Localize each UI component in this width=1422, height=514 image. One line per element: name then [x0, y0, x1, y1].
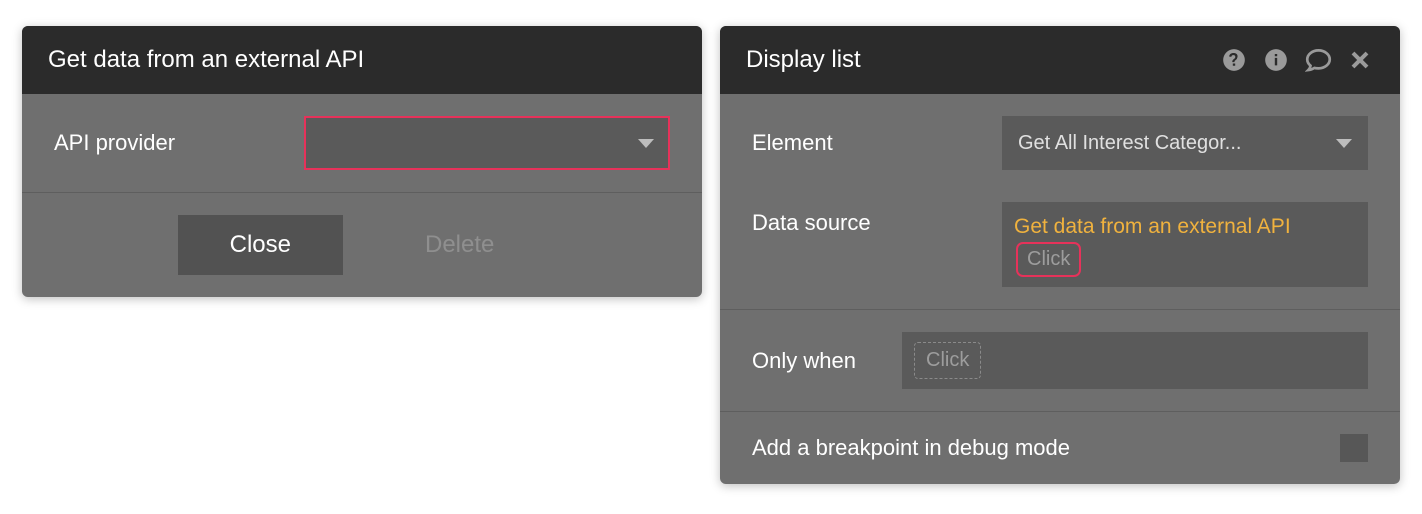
element-dropdown[interactable]: Get All Interest Categor...	[1002, 116, 1368, 170]
label-element: Element	[752, 130, 1002, 156]
panel-body: API provider Close Delete	[22, 94, 702, 297]
label-data-source: Data source	[752, 202, 1002, 236]
info-icon[interactable]	[1262, 46, 1290, 74]
element-value: Get All Interest Categor...	[1018, 132, 1328, 155]
help-icon[interactable]	[1220, 46, 1248, 74]
breakpoint-checkbox[interactable]	[1340, 434, 1368, 462]
row-only-when: Only when Click	[720, 309, 1400, 411]
delete-button: Delete	[373, 215, 546, 275]
row-breakpoint: Add a breakpoint in debug mode	[720, 411, 1400, 484]
panel-header: Get data from an external API	[22, 26, 702, 94]
label-breakpoint: Add a breakpoint in debug mode	[752, 435, 1070, 461]
expression-text: Get data from an external API	[1014, 215, 1291, 238]
header-icons	[1220, 46, 1374, 74]
chevron-down-icon	[638, 139, 654, 148]
panel-title: Display list	[746, 46, 861, 74]
close-button[interactable]: Close	[178, 215, 343, 275]
api-data-panel: Get data from an external API API provid…	[22, 26, 702, 297]
data-source-expression[interactable]: Get data from an external API Click	[1002, 202, 1368, 287]
chevron-down-icon	[1336, 139, 1352, 148]
row-api-provider: API provider	[22, 94, 702, 192]
label-api-provider: API provider	[54, 130, 304, 156]
only-when-click-token[interactable]: Click	[914, 342, 981, 379]
only-when-expression[interactable]: Click	[902, 332, 1368, 389]
label-only-when: Only when	[752, 348, 902, 374]
row-data-source: Data source Get data from an external AP…	[720, 192, 1400, 309]
comment-icon[interactable]	[1304, 46, 1332, 74]
row-element: Element Get All Interest Categor...	[720, 94, 1400, 192]
panel-title: Get data from an external API	[48, 46, 364, 74]
panel-header: Display list	[720, 26, 1400, 94]
close-icon[interactable]	[1346, 46, 1374, 74]
display-list-panel: Display list Element Get All Interest Ca…	[720, 26, 1400, 484]
panel-body: Element Get All Interest Categor... Data…	[720, 94, 1400, 484]
api-provider-dropdown[interactable]	[304, 116, 670, 170]
expression-click-token[interactable]: Click	[1016, 242, 1081, 277]
action-buttons-row: Close Delete	[22, 192, 702, 297]
